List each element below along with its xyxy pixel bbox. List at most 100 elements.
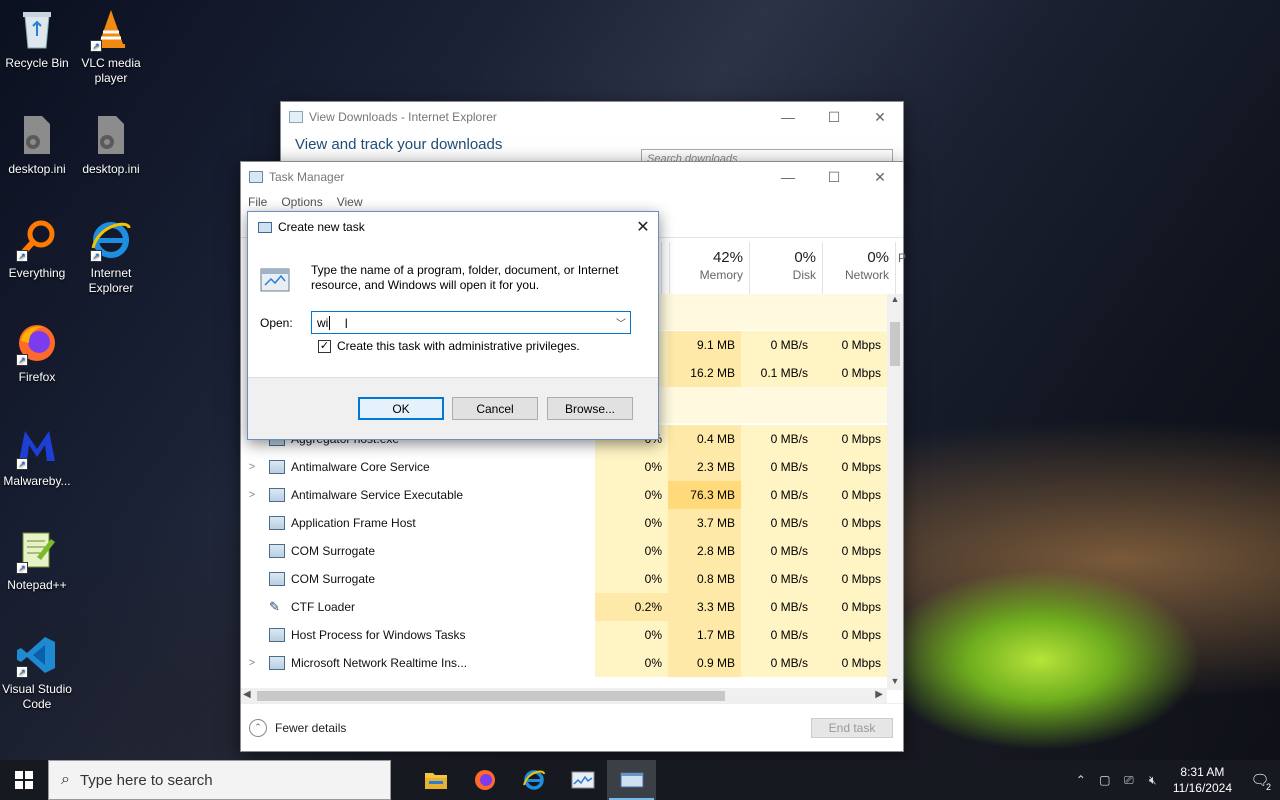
desktop-icon-recycle-bin[interactable]: Recycle Bin [0, 0, 74, 71]
table-row[interactable]: > Microsoft Network Realtime Ins... 0% 0… [241, 649, 887, 677]
network-cell: 0 Mbps [814, 481, 887, 509]
memory-cell: 2.3 MB [668, 453, 741, 481]
column-header-power[interactable]: P [895, 242, 907, 294]
menu-file[interactable]: File [248, 195, 267, 209]
scroll-left-icon[interactable]: ◀ [243, 689, 251, 700]
vertical-scrollbar[interactable]: ▲ ▼ [887, 294, 903, 690]
close-icon[interactable]: ✕ [857, 162, 903, 192]
text-caret [329, 315, 331, 330]
expand-chevron-icon[interactable]: > [241, 461, 263, 473]
disk-cell: 0 MB/s [741, 331, 814, 359]
create-new-task-dialog[interactable]: Create new task ✕ Type the name of a pro… [247, 211, 659, 440]
volume-muted-icon[interactable]: 🔇︎ [1141, 773, 1165, 788]
desktop-icon-firefox[interactable]: ↗ Firefox [0, 314, 74, 385]
task-manager-titlebar[interactable]: Task Manager — ☐ ✕ [241, 162, 903, 192]
taskbar-clock[interactable]: 8:31 AM 11/16/2024 [1165, 764, 1240, 796]
desktop-icon-label: Malwareby... [3, 474, 71, 488]
fewer-details-button[interactable]: ⌃ Fewer details [249, 718, 346, 737]
ibeam-cursor-icon: I [344, 314, 349, 331]
desktop-icon-malwarebytes[interactable]: ↗ Malwareby... [0, 418, 74, 489]
minimize-icon[interactable]: — [765, 102, 811, 132]
table-row[interactable]: Host Process for Windows Tasks 0% 1.7 MB… [241, 621, 887, 649]
taskbar-firefox[interactable] [460, 760, 509, 800]
close-icon[interactable]: ✕ [857, 102, 903, 132]
open-combobox[interactable]: wi I ﹀ [311, 311, 631, 334]
table-row[interactable]: COM Surrogate 0% 2.8 MB 0 MB/s 0 Mbps [241, 537, 887, 565]
table-row[interactable]: > Antimalware Service Executable 0% 76.3… [241, 481, 887, 509]
menu-options[interactable]: Options [281, 195, 322, 209]
power-label: P [898, 251, 907, 265]
ctf-loader-pen-icon: ✎ [269, 599, 280, 614]
open-label: Open: [260, 316, 293, 330]
task-manager-icon [571, 771, 594, 789]
taskbar-task-manager[interactable] [558, 760, 607, 800]
scroll-up-icon[interactable]: ▲ [887, 294, 903, 308]
table-row[interactable]: COM Surrogate 0% 0.8 MB 0 MB/s 0 Mbps [241, 565, 887, 593]
memory-cell: 0.8 MB [668, 565, 741, 593]
process-icon [269, 628, 285, 642]
column-header-network[interactable]: 0% Network [822, 242, 895, 294]
notifications-button[interactable]: 🗨︎ 2 [1240, 760, 1280, 800]
cpu-cell: 0% [595, 537, 668, 565]
horizontal-scroll-thumb[interactable] [257, 691, 725, 701]
cpu-cell: 0% [595, 453, 668, 481]
tray-app-icon[interactable]: ▢ [1093, 773, 1117, 787]
column-header-memory[interactable]: 42% Memory [669, 242, 749, 294]
desktop-icon-everything[interactable]: ↗ Everything [0, 210, 74, 281]
cancel-button[interactable]: Cancel [452, 397, 538, 420]
desktop-icon-vlc[interactable]: ↗ VLC media player [74, 0, 148, 86]
column-header-cpu[interactable] [661, 242, 669, 294]
vertical-scroll-thumb[interactable] [890, 322, 900, 366]
notification-count: 2 [1263, 782, 1273, 792]
menu-view[interactable]: View [337, 195, 363, 209]
taskbar-search-box[interactable]: ⌕ Type here to search [48, 760, 391, 800]
taskbar-file-explorer[interactable] [411, 760, 460, 800]
expand-chevron-icon[interactable]: > [241, 657, 263, 669]
desktop-icon-notepad-plus-plus[interactable]: ↗ Notepad++ [0, 522, 74, 593]
chevron-down-icon[interactable]: ﹀ [612, 315, 630, 330]
taskbar-internet-explorer[interactable] [509, 760, 558, 800]
admin-privileges-checkbox[interactable]: ✓ Create this task with administrative p… [318, 339, 580, 353]
checkbox-checked-icon[interactable]: ✓ [318, 339, 331, 353]
chevron-up-icon[interactable]: ⌃ [1069, 773, 1093, 787]
disk-cell: 0 MB/s [741, 649, 814, 677]
taskbar-run-dialog[interactable] [607, 760, 656, 800]
start-button[interactable] [0, 760, 48, 800]
column-header-disk[interactable]: 0% Disk [749, 242, 822, 294]
scroll-down-icon[interactable]: ▼ [887, 676, 903, 690]
maximize-icon[interactable]: ☐ [811, 162, 857, 192]
maximize-icon[interactable]: ☐ [811, 102, 857, 132]
task-manager-icon [249, 171, 263, 183]
ie-titlebar[interactable]: View Downloads - Internet Explorer — ☐ ✕ [281, 102, 903, 132]
close-icon[interactable]: ✕ [628, 212, 658, 242]
browse-button[interactable]: Browse... [547, 397, 633, 420]
expand-chevron-icon[interactable]: > [241, 489, 263, 501]
disk-cell: 0 MB/s [741, 593, 814, 621]
network-label: Network [844, 268, 889, 282]
desktop-icon-desktop-ini-1[interactable]: desktop.ini [0, 106, 74, 177]
minimize-icon[interactable]: — [765, 162, 811, 192]
table-row[interactable]: Application Frame Host 0% 3.7 MB 0 MB/s … [241, 509, 887, 537]
table-row[interactable]: > Antimalware Core Service 0% 2.3 MB 0 M… [241, 453, 887, 481]
table-row[interactable]: ✎ CTF Loader 0.2% 3.3 MB 0 MB/s 0 Mbps [241, 593, 887, 621]
network-cell: 0 Mbps [814, 621, 887, 649]
network-cell: 0 Mbps [814, 425, 887, 453]
network-icon[interactable]: ⎚ [1117, 773, 1141, 788]
network-cell: 0 Mbps [814, 453, 887, 481]
dialog-titlebar[interactable]: Create new task ✕ [248, 212, 658, 242]
desktop-icon-vscode[interactable]: ↗ Visual Studio Code [0, 626, 74, 712]
run-window-icon [620, 772, 643, 788]
recycle-bin-icon [14, 6, 60, 52]
end-task-button[interactable]: End task [811, 717, 893, 738]
desktop-icon-desktop-ini-2[interactable]: desktop.ini [74, 106, 148, 177]
cpu-cell: 0% [595, 621, 668, 649]
open-input-value[interactable]: wi [317, 316, 328, 330]
scroll-right-icon[interactable]: ▶ [875, 689, 883, 700]
ok-button[interactable]: OK [358, 397, 444, 420]
desktop-icon-internet-explorer[interactable]: ↗ Internet Explorer [74, 210, 148, 296]
horizontal-scrollbar[interactable]: ◀ ▶ [241, 688, 887, 704]
disk-cell: 0 MB/s [741, 453, 814, 481]
network-cell: 0 Mbps [814, 359, 887, 387]
disk-percent: 0% [794, 249, 816, 266]
run-program-icon [260, 265, 292, 295]
